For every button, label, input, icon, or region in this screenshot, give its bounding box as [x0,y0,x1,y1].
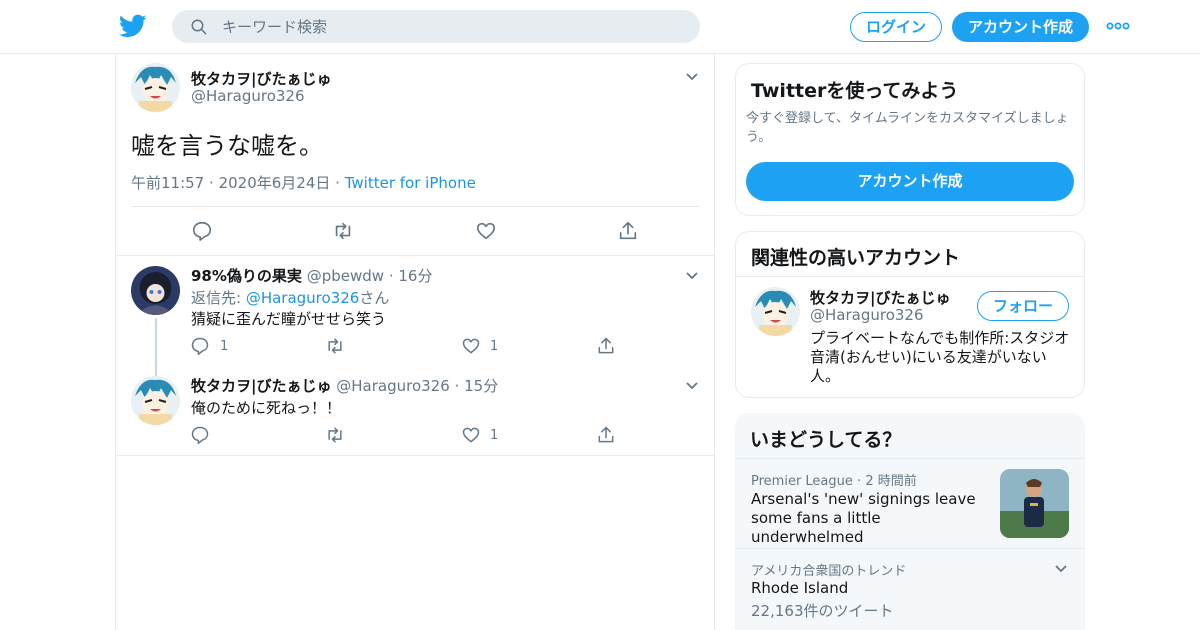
signup-card-button[interactable]: アカウント作成 [746,162,1074,201]
retweet-icon[interactable] [332,220,354,242]
meta-separator: · [388,267,394,285]
reply-icon[interactable] [191,220,213,242]
chevron-down-icon[interactable] [1054,564,1068,574]
trend-time: 2 時間前 [865,474,917,489]
like-count: 1 [490,428,499,443]
reply-header: 牧タカヲ|びたぁじゅ @Haraguro326 · 15分 [191,375,498,396]
reply-text: 俺のために死ねっ！！ [191,399,342,417]
trend-meta: Premier League · 2 時間前 [751,470,917,489]
retweet-icon[interactable] [325,425,345,445]
divider [735,548,1085,549]
like-icon[interactable] [475,220,497,242]
reply-author-handle[interactable]: @Haraguro326 [336,377,450,395]
reply-icon[interactable] [190,425,210,445]
meta-separator: · [335,174,340,192]
trend-tweet-count: 22,163件のツイート [751,602,894,620]
share-icon[interactable] [596,336,616,356]
more-options-icon[interactable] [1106,18,1130,34]
meta-separator: · [857,474,862,489]
trend-name: Rhode Island [751,579,849,597]
chevron-down-icon[interactable] [685,271,699,281]
reply-header: 98%偽りの果実 @pbewdw · 16分 [191,265,432,286]
trend-category: アメリカ合衆国のトレンド [751,564,907,579]
related-accounts-card: 関連性の高いアカウント 牧タカヲ|びたぁじゅ @Haraguro326 フォロー… [735,231,1085,398]
trends-card: いまどうしてる？ Premier League · 2 時間前 Arsenal'… [735,413,1085,630]
divider [116,255,714,256]
trend-image [1000,469,1069,538]
account-bio: プライベートなんでも制作所:スタジオ音清(おんせい)にいる友達がいない人。 [810,329,1070,385]
chevron-down-icon[interactable] [685,72,699,82]
tweet-date[interactable]: 2020年6月24日 [219,174,331,192]
chevron-down-icon[interactable] [685,381,699,391]
divider [116,455,714,456]
divider [736,276,1084,277]
like-icon[interactable] [461,425,481,445]
meta-separator: · [209,174,214,192]
reply-icon[interactable] [190,336,210,356]
avatar-image [131,376,180,425]
avatar[interactable] [131,63,180,112]
search-icon [191,19,207,35]
avatar-image [131,266,180,315]
login-button[interactable]: ログイン [850,12,942,42]
tweet-time[interactable]: 午前11:57 [131,174,204,192]
divider [735,458,1085,459]
avatar-image [751,287,800,336]
trend-headline: Arsenal's 'new' signings leave some fans… [751,490,976,546]
search-box[interactable] [172,10,700,43]
share-icon[interactable] [596,425,616,445]
twitter-logo-icon[interactable] [119,12,147,40]
like-count: 1 [490,339,499,354]
avatar[interactable] [131,376,180,425]
reply-time[interactable]: 15分 [464,377,498,395]
reply-to-prefix: 返信先: [191,289,246,307]
tweet-text: 嘘を言うな嘘を。 [131,132,323,160]
reply-text: 猜疑に歪んだ瞳がせせら笑う [191,310,387,328]
timeline-column: 牧タカヲ|びたぁじゅ @Haraguro326 嘘を言うな嘘を。 午前11:57… [115,54,715,630]
reply-author-name[interactable]: 牧タカヲ|びたぁじゅ [191,377,331,395]
divider [131,206,700,207]
tweet-meta: 午前11:57 · 2020年6月24日 · Twitter for iPhon… [131,172,476,193]
avatar[interactable] [751,287,800,336]
reply-to-mention[interactable]: @Haraguro326 [246,289,360,307]
reply-to-line: 返信先: @Haraguro326さん [191,287,389,308]
share-icon[interactable] [617,220,639,242]
reply-count: 1 [220,339,229,354]
tweet-author-name[interactable]: 牧タカヲ|びたぁじゅ [191,68,331,89]
related-accounts-title: 関連性の高いアカウント [751,247,961,269]
trend-category: Premier League [751,474,853,489]
reply-author-handle[interactable]: @pbewdw [307,267,384,285]
follow-button[interactable]: フォロー [977,291,1069,321]
avatar[interactable] [131,266,180,315]
signup-card-description: 今すぐ登録して、タイムラインをカスタマイズしましょう。 [746,111,1069,145]
retweet-icon[interactable] [325,336,345,356]
trends-title: いまどうしてる？ [750,429,902,451]
reply-author-name[interactable]: 98%偽りの果実 [191,267,302,285]
signup-card: Twitterを使ってみよう 今すぐ登録して、タイムラインをカスタマイズしましょ… [735,63,1085,216]
reply-to-suffix: さん [359,289,390,307]
search-input[interactable] [222,10,682,43]
reply-time[interactable]: 16分 [398,267,432,285]
meta-separator: · [454,377,460,395]
avatar-image [131,63,180,112]
account-name[interactable]: 牧タカヲ|びたぁじゅ [810,287,950,308]
signup-button[interactable]: アカウント作成 [952,12,1089,42]
like-icon[interactable] [461,336,481,356]
tweet-source-link[interactable]: Twitter for iPhone [345,174,476,192]
trend-thumbnail [1000,469,1069,538]
account-handle[interactable]: @Haraguro326 [810,306,924,324]
signup-card-title: Twitterを使ってみよう [751,80,959,102]
tweet-author-handle[interactable]: @Haraguro326 [191,87,305,105]
top-bar: ログイン アカウント作成 [0,0,1200,54]
